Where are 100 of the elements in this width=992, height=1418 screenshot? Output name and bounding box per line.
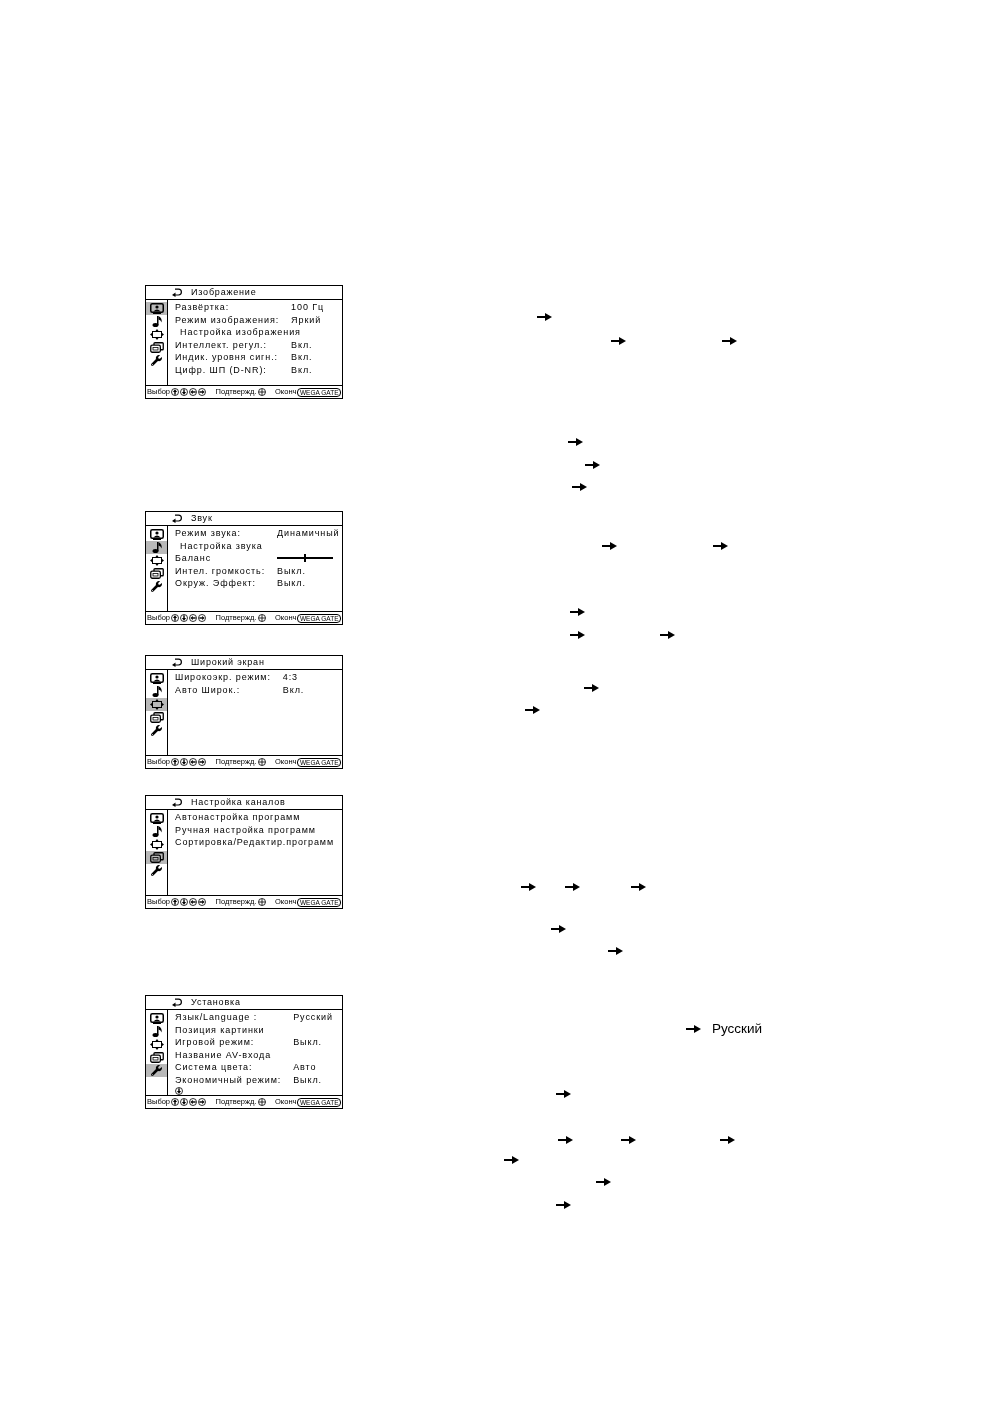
option-value: Вкл. — [291, 338, 313, 352]
right-arrow-icon — [611, 336, 626, 346]
menu-title: Широкий экран — [191, 657, 265, 668]
menu-command[interactable]: Позиция картинки — [175, 1023, 265, 1037]
option-label[interactable]: Режим изображения: — [175, 313, 280, 327]
arrow-left-circle-icon — [189, 388, 198, 396]
right-arrow-icon — [584, 683, 599, 693]
menu-command[interactable]: Ручная настройка программ — [175, 823, 316, 837]
arrow-right-circle-icon — [198, 898, 207, 906]
arrow-right-circle-icon — [198, 614, 207, 622]
right-arrow-icon — [631, 882, 646, 892]
note-text: Русский — [712, 1021, 763, 1037]
option-label[interactable]: Интел. громкость: — [175, 564, 266, 578]
option-label[interactable]: Авто Широк.: — [175, 683, 241, 697]
option-label[interactable]: Окруж. Эффект: — [175, 577, 256, 590]
option-value: Выкл. — [277, 564, 306, 578]
menu-command[interactable]: Название AV-входа — [175, 1048, 272, 1062]
right-arrow-icon — [525, 705, 540, 715]
monitor-person-icon — [149, 673, 164, 684]
stacked-screens-icon — [149, 852, 164, 863]
plus-circle-icon — [257, 614, 266, 622]
right-arrow-icon — [713, 541, 728, 551]
arrow-right-circle-icon — [198, 388, 207, 396]
right-arrow-icon — [660, 630, 675, 640]
right-arrow-icon — [556, 1089, 571, 1099]
option-value: 100 Гц — [291, 301, 325, 314]
option-value: Выкл. — [293, 1036, 322, 1049]
wrench-icon — [151, 725, 162, 736]
category-tab[interactable] — [146, 851, 167, 864]
option-value: Вкл. — [282, 683, 305, 697]
screen-arrows-icon — [149, 839, 164, 850]
right-arrow-icon — [558, 1135, 573, 1145]
category-tab[interactable] — [146, 302, 167, 315]
right-arrow-icon — [551, 924, 566, 934]
option-label[interactable]: Экономичный режим: — [175, 1073, 282, 1087]
arrow-right-circle-icon — [198, 758, 207, 766]
arrow-up-circle-icon — [171, 758, 180, 766]
plus-circle-icon — [257, 758, 266, 766]
option-value: Русский — [293, 1011, 333, 1024]
option-value: Динамичный — [277, 527, 340, 540]
right-arrow-icon — [570, 630, 585, 640]
right-arrow-icon — [570, 607, 585, 617]
return-arrow-icon — [172, 658, 182, 667]
stacked-screens-icon — [149, 1052, 164, 1063]
option-label[interactable]: Развёртка: — [175, 301, 230, 314]
option-label[interactable]: Язык/Language : — [175, 1011, 258, 1024]
arrow-up-circle-icon — [171, 388, 180, 396]
option-label[interactable]: Система цвета: — [175, 1061, 253, 1074]
right-arrow-icon — [556, 1200, 571, 1210]
right-arrow-icon — [720, 1135, 735, 1145]
submenu-item[interactable]: Настройка звука — [175, 539, 263, 553]
return-arrow-icon — [172, 798, 182, 807]
right-arrow-icon — [568, 437, 583, 447]
right-arrow-icon — [521, 882, 536, 892]
plus-circle-icon — [257, 898, 266, 906]
stacked-screens-icon — [149, 342, 164, 353]
arrow-up-circle-icon — [171, 898, 180, 906]
category-tab[interactable] — [146, 698, 167, 711]
right-arrow-icon — [621, 1135, 636, 1145]
right-arrow-icon — [585, 460, 600, 470]
arrow-right-circle-icon — [198, 1098, 207, 1106]
monitor-person-icon — [149, 303, 164, 314]
option-value: Выкл. — [277, 577, 306, 590]
option-label[interactable]: Интеллект. регул.: — [175, 338, 267, 352]
option-value: Вкл. — [291, 351, 313, 364]
right-arrow-icon — [686, 1024, 701, 1034]
stacked-screens-icon — [149, 712, 164, 723]
option-label[interactable]: Широкоэкр. режим: — [175, 671, 271, 684]
submenu-item[interactable]: Настройка изображения — [175, 326, 301, 339]
arrow-left-circle-icon — [189, 898, 198, 906]
menu-command[interactable]: Автонастройка программ — [175, 811, 301, 824]
option-label[interactable]: Режим звука: — [175, 527, 241, 540]
arrow-up-circle-icon — [171, 1098, 180, 1106]
right-arrow-icon — [596, 1177, 611, 1187]
option-value: 4:3 — [282, 671, 299, 684]
screen-arrows-icon — [149, 699, 164, 710]
option-value: Яркий — [291, 313, 322, 327]
option-label[interactable]: Индик. уровня сигн.: — [175, 351, 278, 364]
menu-command[interactable]: Сортировка/Редактир.программ — [175, 836, 334, 849]
right-arrow-icon — [565, 882, 580, 892]
right-arrow-icon — [572, 482, 587, 492]
return-arrow-icon — [172, 288, 182, 297]
option-label[interactable]: Игровой режим: — [175, 1036, 255, 1049]
slider-thumb[interactable] — [304, 554, 307, 563]
option-value: Выкл. — [293, 1073, 322, 1087]
category-tab[interactable] — [146, 1064, 167, 1077]
plus-circle-icon — [257, 388, 266, 396]
wrench-icon — [151, 1065, 162, 1076]
option-label[interactable]: Цифр. ШП (D-NR): — [175, 363, 267, 377]
plus-circle-icon — [257, 1098, 266, 1106]
arrow-left-circle-icon — [189, 614, 198, 622]
menu-title: Изображение — [191, 287, 257, 298]
monitor-person-icon — [149, 1013, 164, 1024]
option-value: Вкл. — [291, 363, 313, 377]
right-arrow-icon — [504, 1155, 519, 1165]
wrench-icon — [151, 865, 162, 876]
menu-title: Звук — [191, 513, 213, 524]
option-label[interactable]: Баланс — [175, 552, 212, 565]
arrow-left-circle-icon — [189, 758, 198, 766]
category-tab[interactable] — [146, 541, 167, 554]
